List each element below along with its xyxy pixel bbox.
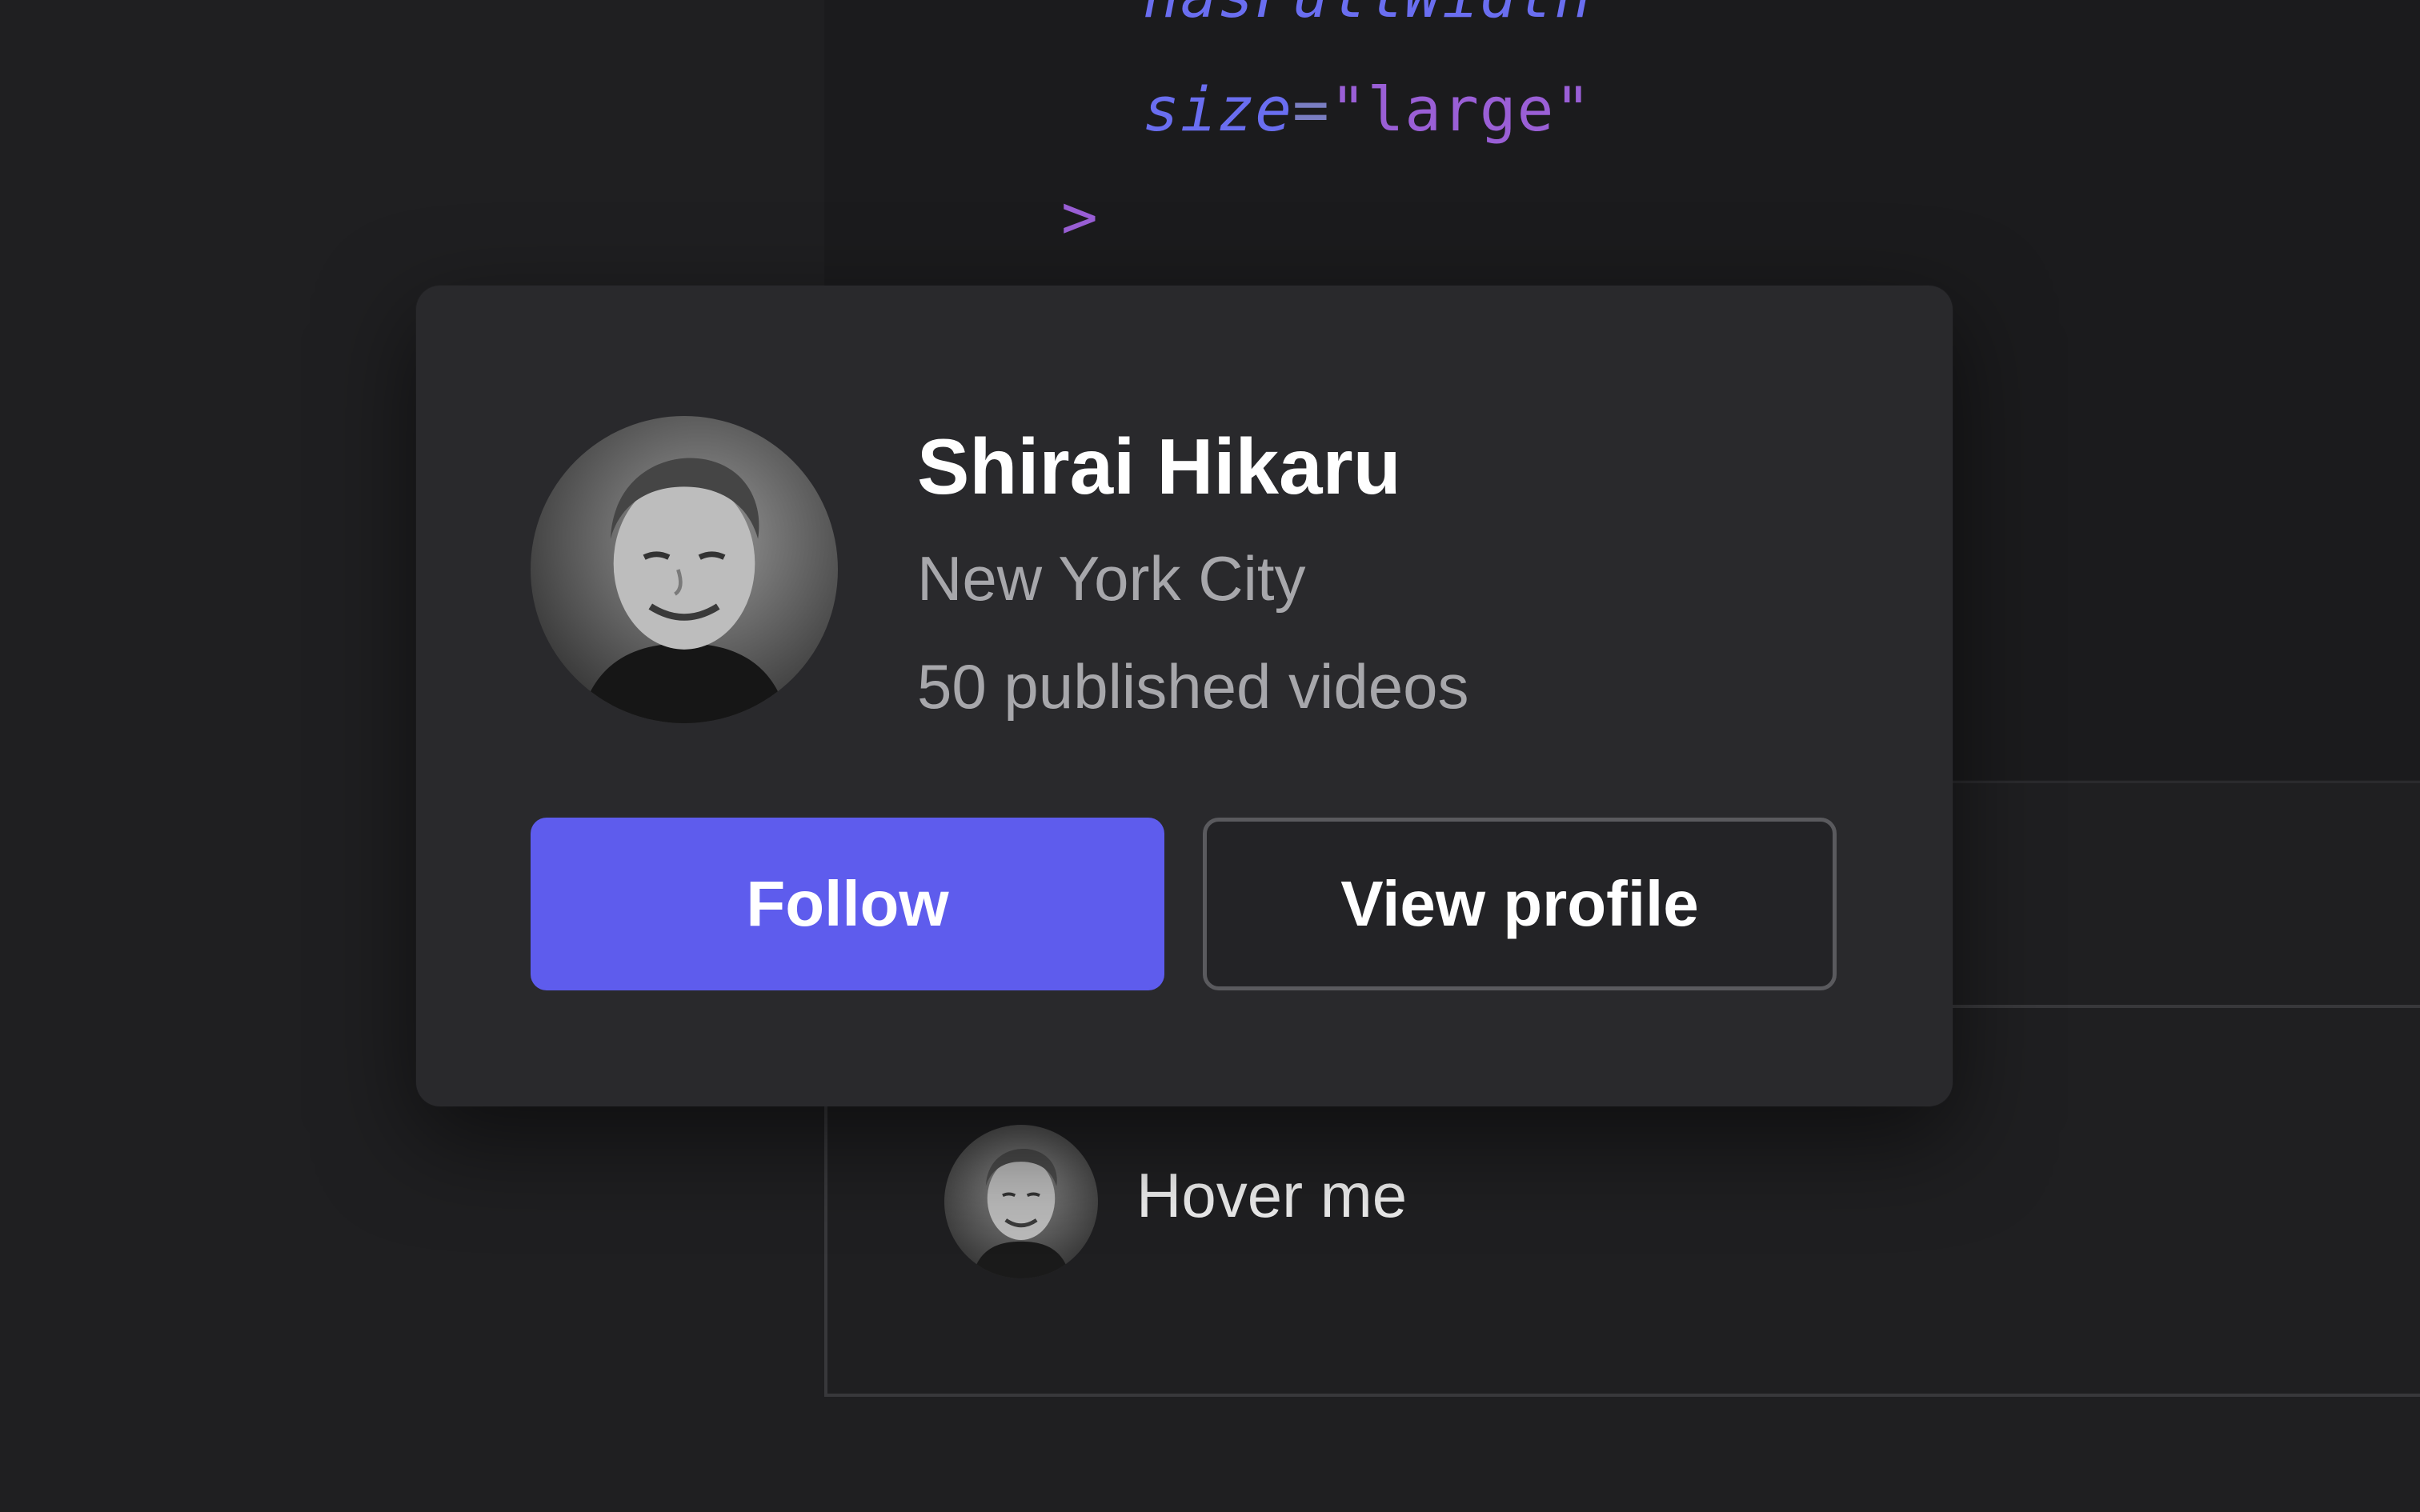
profile-name: Shirai Hikaru [917,422,1401,510]
profile-avatar [531,416,838,723]
hover-trigger-avatar[interactable] [944,1125,1098,1278]
profile-video-count: 50 published videos [917,651,1469,722]
code-line-hasfullwidth: hasFullWidth [1143,0,1592,31]
view-profile-button[interactable]: View profile [1203,818,1837,990]
panel-divider [1953,781,2420,783]
code-line-size: size="large" [1143,74,1592,145]
code-string: "large" [1329,74,1593,145]
code-attr: hasFullWidth [1143,0,1592,31]
avatar-photo-icon [944,1125,1098,1278]
code-equals: = [1292,74,1330,145]
code-line-close-tag: > [1061,181,1099,252]
code-attr: size [1143,74,1293,145]
profile-hover-card: Shirai Hikaru New York City 50 published… [416,286,1953,1106]
code-tag: > [1061,181,1099,252]
app-stage: hasFullWidth size="large" > Hover me [0,0,2420,1512]
follow-button[interactable]: Follow [531,818,1164,990]
hover-me-label[interactable]: Hover me [1136,1164,1407,1226]
profile-location: New York City [917,543,1306,614]
avatar-photo-icon [531,416,838,723]
